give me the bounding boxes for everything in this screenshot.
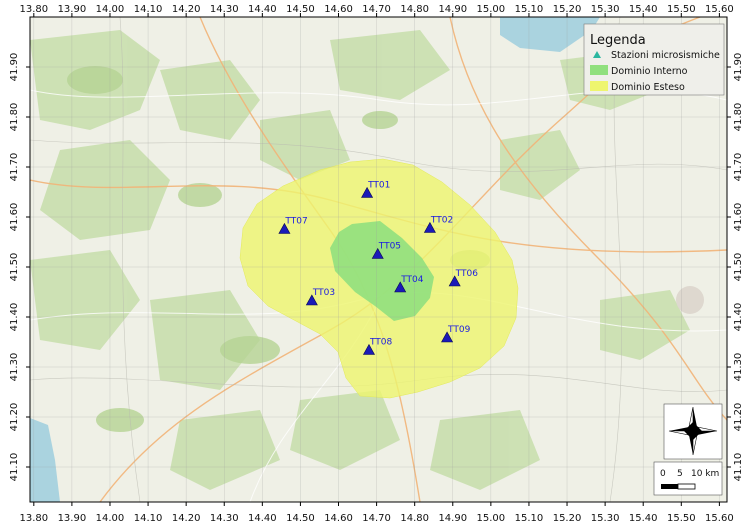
lon-tick-label-bottom: 15.10 xyxy=(515,513,544,524)
scale-bar: 0 5 10 km xyxy=(653,461,723,496)
station-label: TT07 xyxy=(284,217,307,227)
lon-tick-label-top: 13.90 xyxy=(58,4,87,15)
lon-tick-label-top: 14.30 xyxy=(210,4,239,15)
lat-tick-label-right: 41.80 xyxy=(733,103,744,132)
map-view[interactable]: 13.80 13.90 14.00 14.10 14.20 14.30 14.40 14.50… xyxy=(0,0,750,530)
lon-tick-label-bottom: 15.40 xyxy=(629,513,658,524)
lon-tick-label-bottom: 14.40 xyxy=(248,513,277,524)
lon-ticks-top: 13.80 13.90 14.00 14.10 14.20 14.30 14.40 14.50… xyxy=(19,4,734,17)
lat-tick-label-right: 41.10 xyxy=(733,453,744,482)
lon-tick-label-bottom: 14.90 xyxy=(438,513,467,524)
lat-tick-label-right: 41.20 xyxy=(733,403,744,432)
lon-tick-label-top: 15.00 xyxy=(477,4,506,15)
station-label: TT01 xyxy=(367,181,390,191)
station-label: TT02 xyxy=(430,216,453,226)
scale-label-0: 0 xyxy=(660,469,666,479)
lon-tick-label-top: 14.20 xyxy=(172,4,201,15)
lon-tick-label-bottom: 15.30 xyxy=(591,513,620,524)
scale-label-5: 5 xyxy=(677,469,683,479)
station-label: TT04 xyxy=(400,275,424,285)
lat-tick-label-right: 41.30 xyxy=(733,353,744,382)
lon-tick-label-top: 14.50 xyxy=(286,4,315,15)
lat-tick-label-right: 41.50 xyxy=(733,253,744,282)
legend-title: Legenda xyxy=(590,33,646,48)
lon-tick-label-top: 15.60 xyxy=(705,4,734,15)
lon-tick-label-bottom: 13.90 xyxy=(58,513,87,524)
legend-item-inner-domain: Dominio Interno xyxy=(611,66,688,77)
lon-tick-label-bottom: 14.10 xyxy=(134,513,163,524)
map-canvas[interactable]: 13.80 13.90 14.00 14.10 14.20 14.30 14.40 14.50… xyxy=(0,0,750,530)
legend-item-outer-domain: Dominio Esteso xyxy=(611,82,685,93)
lon-tick-label-top: 15.20 xyxy=(553,4,582,15)
lon-tick-label-top: 14.40 xyxy=(248,4,277,15)
lat-tick-label-left: 41.20 xyxy=(9,403,20,432)
scale-label-10: 10 km xyxy=(691,469,719,479)
lat-tick-label-left: 41.50 xyxy=(9,253,20,282)
station-label: TT08 xyxy=(369,338,393,348)
lat-tick-label-left: 41.60 xyxy=(9,203,20,232)
lon-ticks-bottom: 13.80 13.90 14.00 14.10 14.20 14.30 14.40 14.50… xyxy=(19,502,734,524)
lon-tick-label-top: 15.30 xyxy=(591,4,620,15)
lon-tick-label-top: 13.80 xyxy=(19,4,48,15)
lon-tick-label-top: 14.60 xyxy=(324,4,353,15)
station-label: TT09 xyxy=(447,325,471,335)
lon-tick-label-bottom: 14.50 xyxy=(286,513,315,524)
station-label: TT06 xyxy=(455,269,479,279)
lat-tick-label-right: 41.90 xyxy=(733,53,744,82)
lat-tick-label-right: 41.60 xyxy=(733,203,744,232)
station-label: TT05 xyxy=(378,242,401,252)
lat-tick-label-left: 41.90 xyxy=(9,53,20,82)
lon-tick-label-bottom: 15.50 xyxy=(667,513,696,524)
lon-tick-label-top: 14.70 xyxy=(362,4,391,15)
lon-tick-label-top: 15.50 xyxy=(667,4,696,15)
lon-tick-label-top: 14.90 xyxy=(438,4,467,15)
lon-tick-label-bottom: 13.80 xyxy=(19,513,48,524)
north-arrow-icon xyxy=(663,403,723,460)
lon-tick-label-top: 14.80 xyxy=(400,4,429,15)
lon-tick-label-top: 14.10 xyxy=(134,4,163,15)
lon-tick-label-bottom: 15.60 xyxy=(705,513,734,524)
lon-tick-label-top: 15.40 xyxy=(629,4,658,15)
lon-tick-label-bottom: 14.30 xyxy=(210,513,239,524)
lat-tick-label-left: 41.10 xyxy=(9,453,20,482)
legend: Legenda Stazioni microsismiche Dominio I… xyxy=(583,23,725,96)
lon-tick-label-bottom: 14.80 xyxy=(400,513,429,524)
station-label: TT03 xyxy=(312,288,335,298)
lat-tick-label-left: 41.30 xyxy=(9,353,20,382)
lon-tick-label-top: 15.10 xyxy=(515,4,544,15)
legend-inner-domain-swatch xyxy=(590,65,608,75)
lon-tick-label-top: 14.00 xyxy=(96,4,125,15)
lat-ticks-left: 41.90 41.80 41.70 41.60 41.50 41.40 41.30 41.20… xyxy=(9,53,30,482)
lon-tick-label-bottom: 15.20 xyxy=(553,513,582,524)
lat-ticks-right: 41.90 41.80 41.70 41.60 41.50 41.40 41.30 41.20… xyxy=(727,53,744,482)
legend-item-stations: Stazioni microsismiche xyxy=(611,50,720,61)
lat-tick-label-left: 41.80 xyxy=(9,103,20,132)
lat-tick-label-right: 41.40 xyxy=(733,303,744,332)
lon-tick-label-bottom: 14.70 xyxy=(362,513,391,524)
lat-tick-label-right: 41.70 xyxy=(733,153,744,182)
lat-tick-label-left: 41.70 xyxy=(9,153,20,182)
lon-tick-label-bottom: 14.60 xyxy=(324,513,353,524)
lon-tick-label-bottom: 14.20 xyxy=(172,513,201,524)
legend-outer-domain-swatch xyxy=(590,81,608,91)
lon-tick-label-bottom: 14.00 xyxy=(96,513,125,524)
lat-tick-label-left: 41.40 xyxy=(9,303,20,332)
lon-tick-label-bottom: 15.00 xyxy=(477,513,506,524)
